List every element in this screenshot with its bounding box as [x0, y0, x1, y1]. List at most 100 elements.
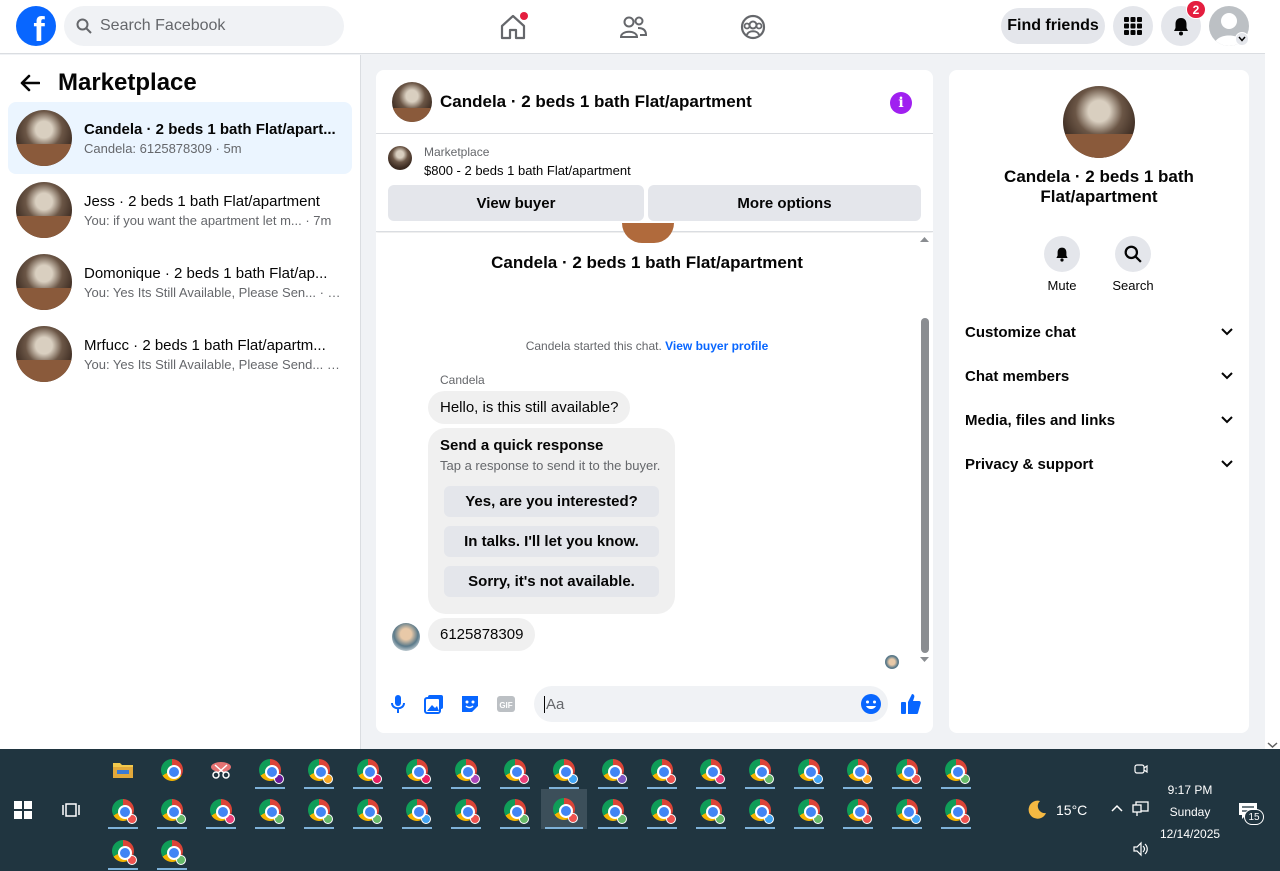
thread-scrollbar-thumb[interactable] — [921, 318, 929, 653]
chrome-profile-icon[interactable] — [153, 832, 191, 870]
task-view-icon[interactable] — [62, 801, 80, 819]
photo-icon[interactable] — [424, 694, 444, 714]
chrome-profile-icon-active[interactable] — [541, 789, 587, 829]
chrome-profile-icon[interactable] — [251, 751, 289, 789]
chrome-profile-icon[interactable] — [594, 791, 632, 829]
chrome-profile-icon[interactable] — [300, 791, 338, 829]
chrome-profile-icon[interactable] — [251, 791, 289, 829]
sticker-icon[interactable] — [460, 694, 480, 714]
chrome-profile-icon[interactable] — [594, 751, 632, 789]
groups-icon[interactable] — [738, 12, 768, 42]
message-input[interactable]: Aa — [534, 686, 888, 722]
windows-taskbar: 15°C 9:17 PM Sunday 12/14/2025 15 — [0, 749, 1280, 871]
section-label: Customize chat — [965, 323, 1076, 341]
view-buyer-profile-link[interactable]: View buyer profile — [665, 339, 768, 353]
quick-response-button[interactable]: Yes, are you interested? — [444, 486, 659, 517]
chrome-profile-icon[interactable] — [839, 751, 877, 789]
media-files-links-section[interactable]: Media, files and links — [965, 405, 1233, 435]
chat-members-section[interactable]: Chat members — [965, 361, 1233, 391]
chrome-profile-icon[interactable] — [643, 751, 681, 789]
conversation-title: Jess · 2 beds 1 bath Flat/apartment — [84, 192, 320, 210]
chrome-profile-icon[interactable] — [790, 791, 828, 829]
menu-grid-icon[interactable] — [1113, 6, 1153, 46]
chrome-profile-icon[interactable] — [104, 791, 142, 829]
windows-start-icon[interactable] — [14, 801, 32, 819]
chrome-profile-icon[interactable] — [202, 791, 240, 829]
chat-title[interactable]: Candela · 2 beds 1 bath Flat/apartment — [440, 92, 752, 112]
conversation-item[interactable]: Mrfucc · 2 beds 1 bath Flat/apartm... Yo… — [8, 318, 352, 390]
quick-response-button[interactable]: In talks. I'll let you know. — [444, 526, 659, 557]
privacy-support-section[interactable]: Privacy & support — [965, 449, 1233, 479]
network-icon[interactable] — [1132, 801, 1150, 817]
conversation-preview: You: if you want the apartment let m... … — [84, 212, 332, 228]
listing-price[interactable]: $800 - 2 beds 1 bath Flat/apartment — [424, 163, 631, 178]
page-scrollbar[interactable] — [1265, 0, 1280, 749]
system-clock[interactable]: 9:17 PM Sunday 12/14/2025 — [1160, 779, 1220, 845]
volume-icon[interactable] — [1132, 841, 1150, 857]
chrome-profile-icon[interactable] — [447, 791, 485, 829]
chrome-profile-icon[interactable] — [741, 791, 779, 829]
chrome-profile-icon[interactable] — [496, 791, 534, 829]
more-options-button[interactable]: More options — [648, 185, 921, 221]
chevron-down-icon — [1221, 416, 1233, 424]
find-friends-button[interactable]: Find friends — [1001, 8, 1105, 44]
search-icon — [1115, 236, 1151, 272]
gif-icon[interactable]: GIF — [496, 694, 516, 714]
chrome-profile-icon[interactable] — [545, 751, 583, 789]
chrome-profile-icon[interactable] — [692, 751, 730, 789]
chrome-profile-icon[interactable] — [741, 751, 779, 789]
sender-avatar[interactable] — [392, 623, 420, 651]
chrome-profile-icon[interactable] — [349, 751, 387, 789]
search-box[interactable]: Search Facebook — [64, 6, 344, 46]
chrome-profile-icon[interactable] — [643, 791, 681, 829]
started-text: Candela started this chat. — [525, 339, 662, 353]
chrome-profile-icon[interactable] — [398, 791, 436, 829]
chrome-profile-icon[interactable] — [153, 791, 191, 829]
chrome-profile-icon[interactable] — [300, 751, 338, 789]
quick-response-box: Send a quick response Tap a response to … — [428, 428, 675, 614]
chrome-profile-icon[interactable] — [888, 791, 926, 829]
chrome-profile-icon[interactable] — [447, 751, 485, 789]
search-conversation-button[interactable]: Search — [1103, 236, 1163, 293]
weather-widget[interactable]: 15°C — [1026, 799, 1087, 821]
mute-button[interactable]: Mute — [1032, 236, 1092, 293]
conversation-item[interactable]: Domonique · 2 beds 1 bath Flat/ap... You… — [8, 246, 352, 318]
chevron-up-icon[interactable] — [1110, 803, 1124, 813]
facebook-logo[interactable]: f — [16, 6, 56, 46]
chrome-profile-icon[interactable] — [104, 832, 142, 870]
chat-avatar[interactable] — [392, 81, 432, 122]
chrome-profile-icon[interactable] — [937, 791, 975, 829]
chrome-profile-icon[interactable] — [692, 791, 730, 829]
info-icon[interactable]: i — [890, 92, 912, 114]
conversation-item[interactable]: Candela · 2 beds 1 bath Flat/apart... Ca… — [8, 102, 352, 174]
chrome-profile-icon[interactable] — [398, 751, 436, 789]
chrome-profile-icon[interactable] — [349, 791, 387, 829]
snipping-tool-icon[interactable] — [202, 751, 240, 789]
chrome-profile-icon[interactable] — [839, 791, 877, 829]
view-buyer-button[interactable]: View buyer — [388, 185, 644, 221]
home-icon[interactable] — [498, 12, 528, 42]
customize-chat-section[interactable]: Customize chat — [965, 317, 1233, 347]
conversation-avatar[interactable] — [1063, 86, 1135, 158]
chrome-profile-icon[interactable] — [496, 751, 534, 789]
chrome-profile-icon[interactable] — [790, 751, 828, 789]
chrome-icon[interactable] — [153, 751, 191, 789]
like-thumb-icon[interactable] — [899, 692, 923, 716]
chrome-profile-icon[interactable] — [937, 751, 975, 789]
file-explorer-icon[interactable] — [104, 751, 142, 789]
conversation-item[interactable]: Jess · 2 beds 1 bath Flat/apartment You:… — [8, 174, 352, 246]
meet-now-icon[interactable] — [1134, 761, 1148, 777]
quick-response-button[interactable]: Sorry, it's not available. — [444, 566, 659, 597]
friends-icon[interactable] — [618, 12, 648, 42]
chevron-down-icon — [1221, 372, 1233, 380]
chevron-down-icon[interactable] — [1235, 32, 1249, 46]
logo-letter: f — [33, 11, 45, 46]
microphone-icon[interactable] — [388, 694, 408, 714]
chrome-profile-icon[interactable] — [888, 751, 926, 789]
listing-label: Marketplace — [424, 145, 490, 159]
clock-date: 12/14/2025 — [1160, 827, 1221, 841]
emoji-icon[interactable] — [860, 693, 882, 715]
conversation-title: Mrfucc · 2 beds 1 bath Flat/apartm... — [84, 336, 326, 354]
listing-thumbnail[interactable] — [388, 146, 412, 170]
back-arrow-icon[interactable] — [20, 74, 40, 92]
